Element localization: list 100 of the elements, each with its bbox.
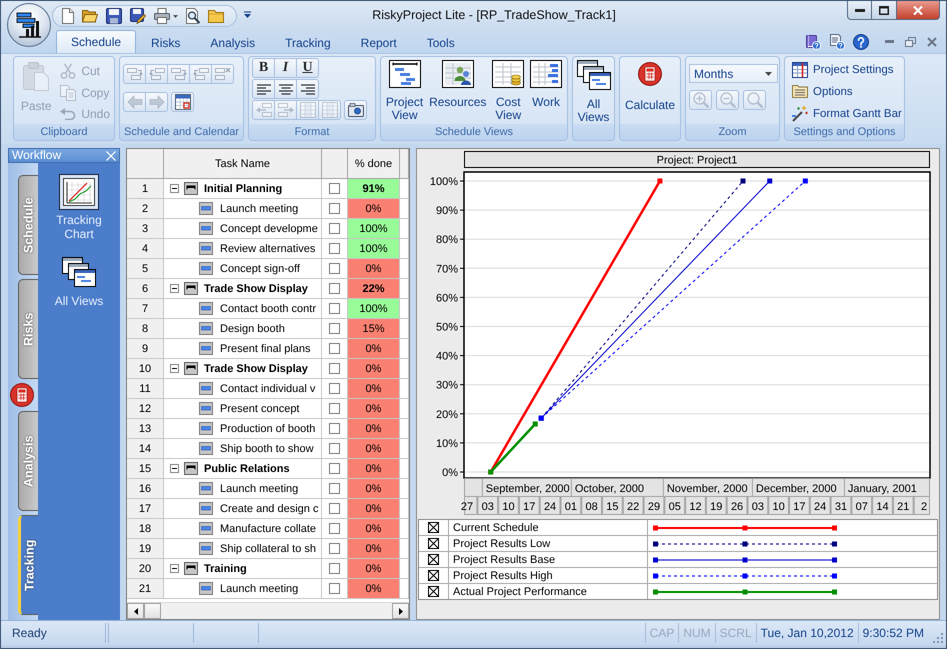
close-button[interactable]: [927, 36, 937, 46]
checkbox[interactable]: [329, 443, 340, 454]
month-label: January, 2001: [848, 483, 917, 495]
toolbar-button[interactable]: [296, 79, 319, 99]
toolbar-button[interactable]: [82, 7, 98, 25]
book-help-icon: [805, 34, 821, 50]
checkbox[interactable]: [329, 583, 340, 594]
view-button[interactable]: Resources: [429, 60, 486, 124]
checkbox[interactable]: [329, 183, 340, 194]
toolbar-button[interactable]: [252, 79, 275, 99]
toolbar-button[interactable]: [274, 79, 297, 99]
view-button[interactable]: Work: [530, 60, 562, 124]
ribbon-tab[interactable]: Report: [346, 32, 412, 53]
chart-title: Project: Project1: [656, 154, 738, 166]
scale-dropdown[interactable]: Months: [689, 64, 778, 83]
toolbar-button[interactable]: [186, 7, 200, 25]
checkbox[interactable]: [329, 303, 340, 314]
settings-button[interactable]: Format Gantt Bar: [790, 104, 904, 124]
help-icon: [853, 34, 869, 50]
view-button[interactable]: Project View: [386, 60, 424, 124]
scrollbar-thumb[interactable]: [144, 603, 161, 619]
checkbox[interactable]: [329, 283, 340, 294]
checkbox[interactable]: [329, 523, 340, 534]
help-button[interactable]: [853, 34, 869, 50]
scroll-left-button[interactable]: [127, 603, 144, 619]
close-icon: [913, 6, 923, 14]
checkbox[interactable]: [329, 203, 340, 214]
checkbox[interactable]: [329, 403, 340, 414]
minimize-button[interactable]: [847, 1, 872, 20]
close-button[interactable]: [897, 1, 940, 20]
task-icon: [199, 202, 213, 215]
left-arrow-icon: [126, 94, 142, 110]
week-heading: 24: [810, 496, 831, 515]
calendar-button[interactable]: [171, 92, 194, 112]
checkbox[interactable]: [329, 503, 340, 514]
zoom-in-icon: [692, 92, 708, 108]
calculate-button[interactable]: Calculate: [624, 60, 676, 124]
checkbox[interactable]: [329, 263, 340, 274]
toolbar-button[interactable]: [62, 7, 74, 25]
task-icon: [199, 382, 213, 395]
summary-task-icon: [184, 562, 198, 575]
settings-button[interactable]: Project Settings: [790, 60, 904, 80]
workflow-item[interactable]: Tracking Chart: [41, 174, 117, 241]
task-name: Public Relations: [204, 462, 290, 474]
toolbar-button[interactable]: [106, 7, 122, 25]
checkbox[interactable]: [329, 323, 340, 334]
help-button[interactable]: [805, 34, 821, 50]
toolbar-button[interactable]: [154, 7, 178, 25]
task-name: Create and design c: [220, 502, 318, 514]
underline-button[interactable]: U: [296, 58, 319, 78]
maximize-button[interactable]: [872, 1, 897, 20]
checkbox[interactable]: [329, 383, 340, 394]
toolbar-button[interactable]: [130, 7, 146, 25]
legend-checkbox[interactable]: [428, 554, 439, 565]
restore-button[interactable]: [905, 36, 916, 46]
toolbar-button[interactable]: [344, 100, 367, 120]
scroll-right-button[interactable]: [392, 603, 409, 619]
checkbox[interactable]: [329, 463, 340, 474]
task-name: Launch meeting: [220, 482, 298, 494]
table-coins-icon: [492, 60, 524, 88]
copy-icon: [60, 84, 76, 100]
legend-checkbox[interactable]: [428, 570, 439, 581]
customize-button[interactable]: [244, 11, 251, 18]
legend-checkbox[interactable]: [428, 586, 439, 597]
checkbox[interactable]: [329, 543, 340, 554]
checkbox[interactable]: [329, 483, 340, 494]
help-button[interactable]: [829, 34, 845, 50]
checkbox[interactable]: [329, 363, 340, 374]
calculate-button[interactable]: [10, 383, 34, 407]
checkbox[interactable]: [329, 243, 340, 254]
side-tab[interactable]: Tracking: [18, 515, 38, 615]
all-views-button[interactable]: All Views: [576, 60, 610, 124]
magnifier-icon: [746, 92, 762, 108]
legend-checkbox[interactable]: [428, 522, 439, 533]
ribbon-tab[interactable]: Schedule: [56, 30, 136, 53]
workflow-item[interactable]: All Views: [41, 253, 117, 308]
row-number: 20: [127, 559, 164, 579]
column-header[interactable]: % done: [348, 149, 400, 179]
task-icon: [199, 402, 213, 415]
column-header[interactable]: Task Name: [164, 149, 322, 179]
checkbox[interactable]: [329, 423, 340, 434]
view-button[interactable]: Cost View: [492, 60, 524, 124]
clipboard-icon: [22, 61, 50, 91]
ribbon-tab[interactable]: Tools: [412, 32, 470, 53]
settings-button[interactable]: Options: [790, 82, 904, 102]
italic-button[interactable]: I: [274, 58, 297, 78]
document-icon: [62, 8, 74, 24]
x-tick-label: 29: [648, 501, 660, 513]
checkbox[interactable]: [329, 343, 340, 354]
legend-checkbox[interactable]: [428, 538, 439, 549]
bars-arrow-icon: [126, 66, 142, 82]
checkbox[interactable]: [329, 223, 340, 234]
application-button[interactable]: [7, 3, 51, 47]
checkbox[interactable]: [329, 563, 340, 574]
legend-label: Project Results Low: [453, 538, 550, 550]
bars-cross-icon: [214, 66, 230, 82]
ribbon-tab[interactable]: Tracking: [270, 32, 346, 53]
bold-button[interactable]: B: [252, 58, 275, 78]
ribbon-tab[interactable]: Risks: [136, 32, 196, 53]
ribbon-tab[interactable]: Analysis: [195, 32, 270, 53]
